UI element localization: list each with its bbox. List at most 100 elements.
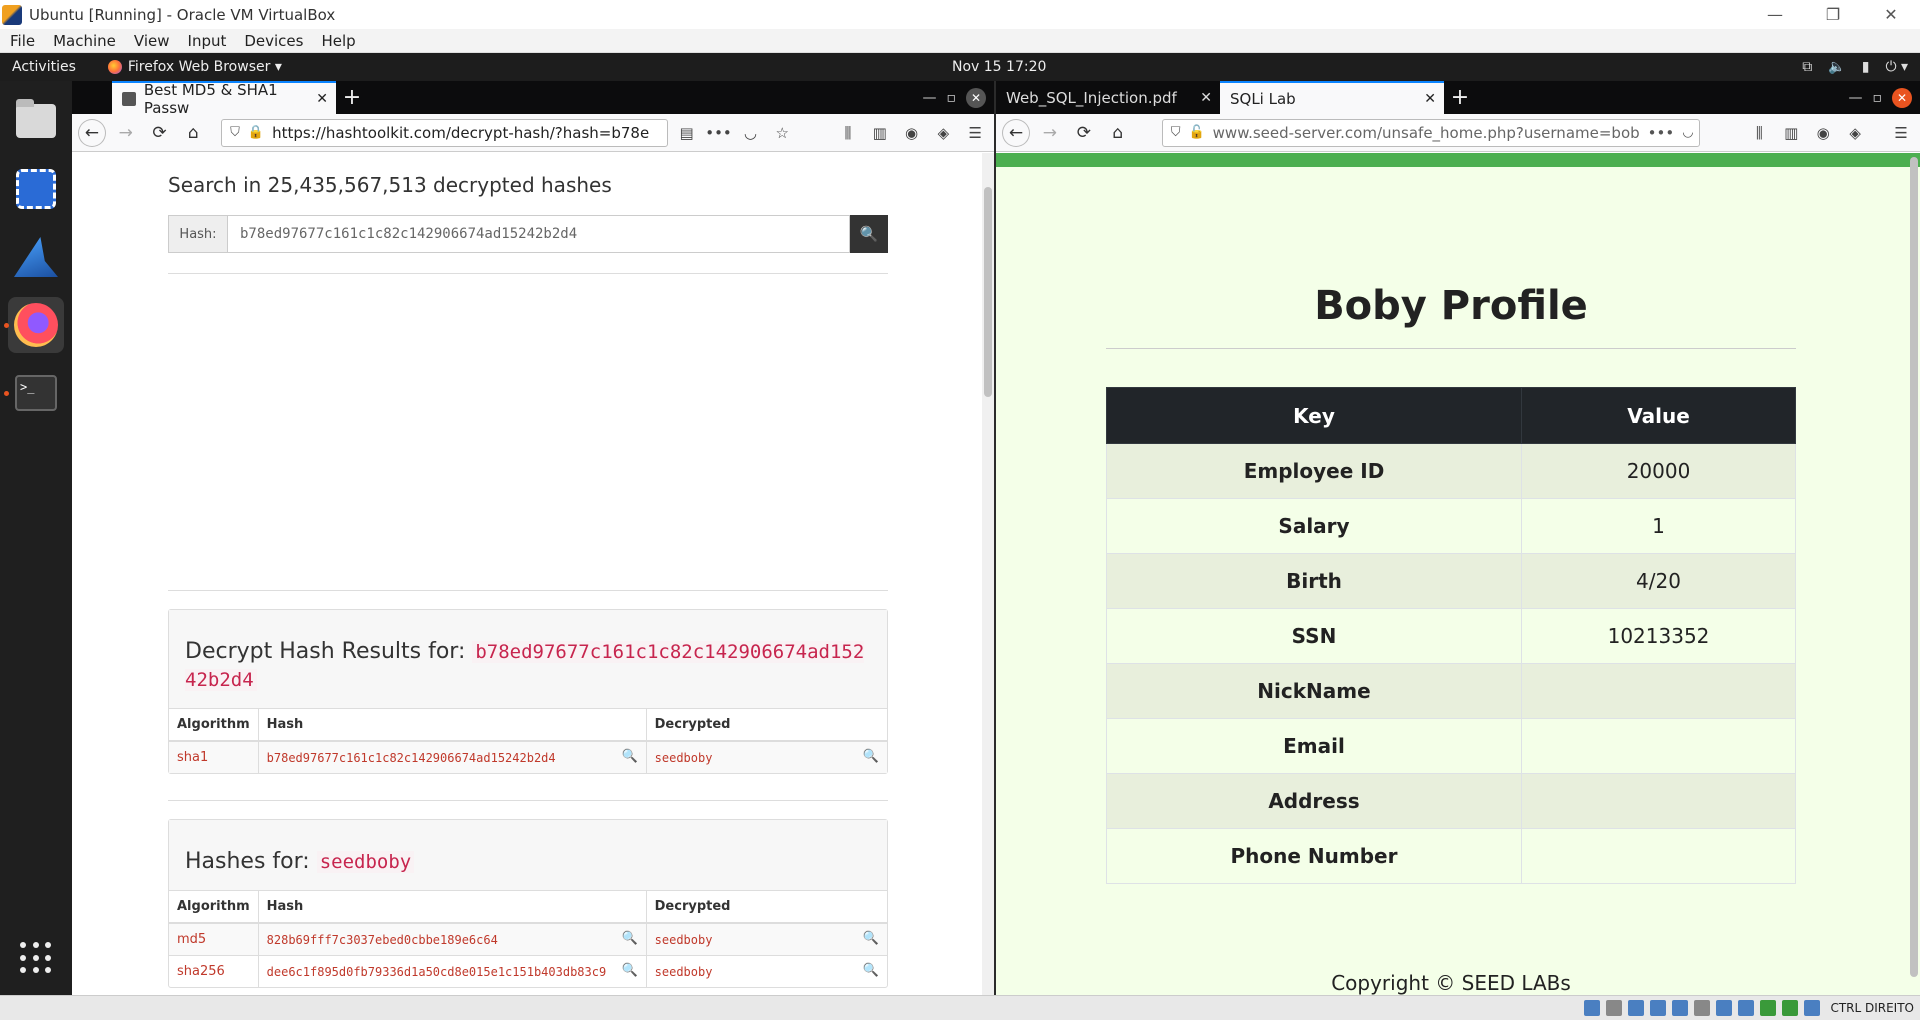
menu-view[interactable]: View [124, 32, 178, 50]
value-cell: 20000 [1521, 443, 1796, 499]
minimize-icon[interactable]: — [923, 90, 937, 106]
account-icon[interactable]: ◉ [1810, 120, 1836, 146]
tab-close-icon[interactable]: ✕ [1200, 90, 1212, 106]
guest-additions-icon[interactable] [1782, 1000, 1799, 1016]
page-actions-icon[interactable]: ••• [705, 120, 732, 146]
search-button[interactable]: 🔍 [850, 215, 888, 253]
minimize-icon[interactable]: — [1746, 0, 1804, 29]
home-button[interactable]: ⌂ [179, 119, 207, 147]
menu-devices[interactable]: Devices [234, 32, 311, 50]
page-actions-icon[interactable]: ••• [1648, 124, 1675, 142]
hamburger-menu-icon[interactable]: ☰ [1888, 120, 1914, 146]
tab-pdf[interactable]: Web_SQL_Injection.pdf ✕ [996, 81, 1220, 114]
hash-cell[interactable]: dee6c1f895d0fb79336d1a50cd8e015e1c151b40… [258, 955, 647, 987]
extension-icon[interactable]: ◈ [930, 120, 956, 146]
menu-machine[interactable]: Machine [43, 32, 124, 50]
tab-close-icon[interactable]: ✕ [1424, 91, 1436, 107]
dock-files[interactable] [8, 93, 64, 149]
pocket-icon[interactable]: ◡ [737, 120, 763, 146]
hashes-heading-text: Hashes for: [185, 849, 310, 874]
restore-icon[interactable]: ❐ [1804, 0, 1862, 29]
system-tray[interactable]: ⧉ 🔈 ▮ ⏻ ▾ [1802, 59, 1908, 75]
recording-icon[interactable] [1738, 1000, 1755, 1016]
value-cell [1521, 828, 1796, 884]
new-tab-button[interactable]: + [336, 81, 368, 114]
sidebar-icon[interactable]: ▥ [867, 120, 893, 146]
close-window-icon[interactable]: ✕ [966, 87, 986, 108]
virtualbox-icon [2, 4, 22, 25]
minimize-icon[interactable]: — [1849, 90, 1863, 106]
pocket-icon[interactable]: ◡ [1682, 125, 1693, 140]
show-applications-icon[interactable] [20, 942, 52, 974]
extension-icon[interactable]: ◈ [1842, 120, 1868, 146]
back-button[interactable]: ← [78, 118, 106, 147]
key-cell: Email [1106, 718, 1522, 774]
close-window-icon[interactable]: ✕ [1892, 87, 1912, 108]
hamburger-menu-icon[interactable]: ☰ [962, 120, 988, 146]
activities-button[interactable]: Activities [0, 59, 88, 75]
shared-folders-icon[interactable] [1694, 1000, 1711, 1016]
search-icon[interactable]: 🔍 [621, 963, 637, 978]
optical-drive-icon[interactable] [1606, 1000, 1623, 1016]
audio-icon[interactable] [1628, 1000, 1645, 1016]
algorithm-cell[interactable]: sha256 [169, 955, 259, 987]
decrypted-cell[interactable]: seedboby 🔍 [646, 922, 887, 956]
usb-icon[interactable] [1672, 1000, 1689, 1016]
maximize-icon[interactable]: ▫ [1873, 90, 1883, 106]
mouse-integration-icon[interactable] [1804, 1000, 1821, 1016]
forward-button[interactable]: → [112, 119, 140, 147]
decrypted-cell[interactable]: seedboby 🔍 [646, 955, 887, 987]
clock[interactable]: Nov 15 17:20 [952, 59, 1046, 75]
hash-cell[interactable]: b78ed97677c161c1c82c142906674ad15242b2d4… [258, 740, 647, 773]
tab-bar: Best MD5 & SHA1 Passw ✕ + — ▫ ✕ [72, 81, 994, 117]
network-icon[interactable] [1650, 1000, 1667, 1016]
reload-button[interactable]: ⟳ [146, 119, 174, 147]
close-icon[interactable]: ✕ [1862, 0, 1920, 29]
cpu-activity-icon[interactable] [1760, 1000, 1777, 1016]
hash-input[interactable]: b78ed97677c161c1c82c142906674ad15242b2d4 [228, 215, 850, 253]
scrollbar-thumb[interactable] [984, 187, 992, 397]
table-row: Salary 1 [1106, 498, 1796, 554]
search-icon[interactable]: 🔍 [863, 931, 879, 946]
hard-disk-icon[interactable] [1584, 1000, 1601, 1016]
maximize-icon[interactable]: ▫ [947, 90, 957, 106]
dock-firefox[interactable] [4, 297, 64, 353]
app-menu[interactable]: Firefox Web Browser ▾ [107, 59, 282, 75]
url-bar[interactable]: ⛉ 🔒 https://hashtoolkit.com/decrypt-hash… [221, 118, 668, 147]
dock-screenshot[interactable] [8, 161, 64, 217]
search-icon[interactable]: 🔍 [863, 749, 879, 764]
tab-sqli-lab[interactable]: SQLi Lab ✕ [1220, 81, 1444, 114]
algorithm-cell[interactable]: md5 [169, 922, 259, 956]
algorithm-cell[interactable]: sha1 [169, 740, 259, 773]
new-tab-button[interactable]: + [1444, 81, 1476, 114]
search-icon[interactable]: 🔍 [621, 931, 637, 946]
reader-view-icon[interactable]: ▤ [674, 120, 700, 146]
menu-input[interactable]: Input [178, 32, 235, 50]
dock-wireshark[interactable] [8, 229, 64, 285]
network-icon: ⧉ [1802, 59, 1813, 75]
decrypted-cell[interactable]: seedboby 🔍 [646, 740, 887, 773]
menu-help[interactable]: Help [311, 32, 363, 50]
search-icon[interactable]: 🔍 [621, 749, 637, 764]
bookmark-star-icon[interactable]: ☆ [769, 120, 795, 146]
back-button[interactable]: ← [1002, 118, 1030, 147]
sidebar-icon[interactable]: ▥ [1778, 120, 1804, 146]
account-icon[interactable]: ◉ [899, 120, 925, 146]
forward-button[interactable]: → [1036, 119, 1064, 147]
hash-cell[interactable]: 828b69fff7c3037ebed0cbbe189e6c64 🔍 [258, 922, 647, 956]
library-icon[interactable]: ⫼ [835, 120, 861, 146]
host-key-label: CTRL DIREITO [1830, 1001, 1914, 1015]
home-button[interactable]: ⌂ [1104, 119, 1132, 147]
url-bar[interactable]: ⛉ 🔓 www.seed-server.com/unsafe_home.php?… [1161, 118, 1701, 147]
scrollbar-thumb[interactable] [1910, 157, 1918, 977]
library-icon[interactable]: ⫼ [1746, 120, 1772, 146]
results-panel: Decrypt Hash Results for: b78ed97677c161… [168, 609, 888, 774]
reload-button[interactable]: ⟳ [1070, 119, 1098, 147]
display-icon[interactable] [1716, 1000, 1733, 1016]
menu-file[interactable]: File [0, 32, 43, 50]
ubuntu-top-bar: Activities Firefox Web Browser ▾ Nov 15 … [0, 53, 1920, 81]
dock-terminal[interactable]: >_ [4, 365, 64, 421]
tab-hashtoolkit[interactable]: Best MD5 & SHA1 Passw ✕ [112, 81, 336, 117]
search-icon[interactable]: 🔍 [863, 963, 879, 978]
tab-close-icon[interactable]: ✕ [316, 91, 328, 107]
